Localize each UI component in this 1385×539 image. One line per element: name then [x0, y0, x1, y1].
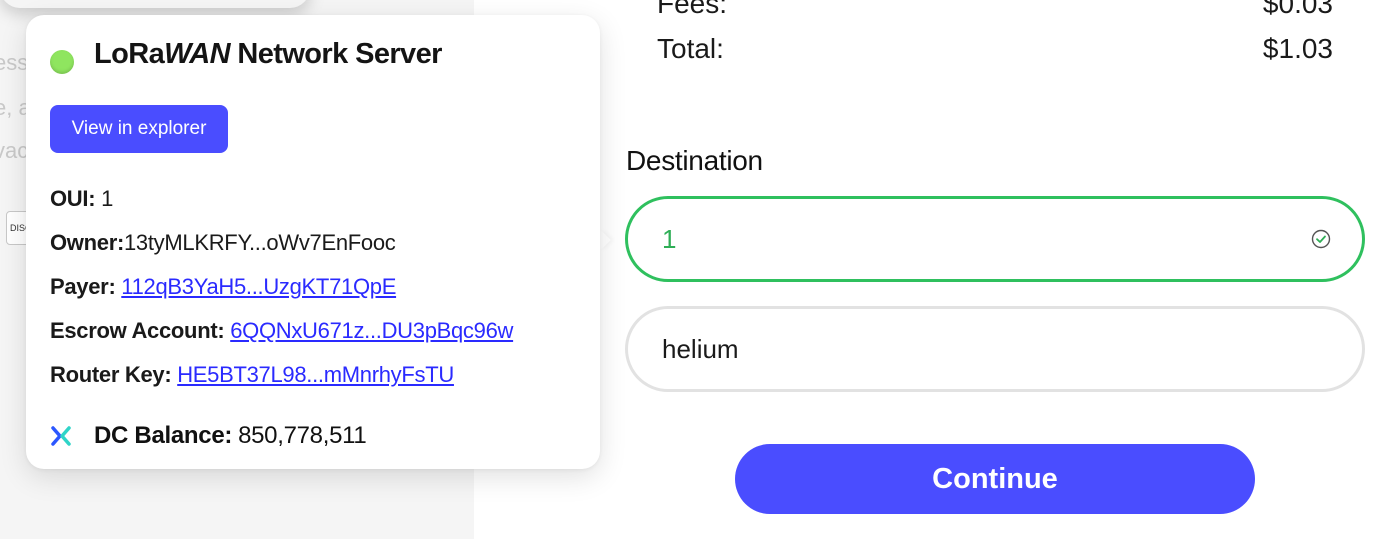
background-text: ess [0, 50, 29, 75]
escrow-label: Escrow Account: [50, 318, 225, 343]
status-indicator-icon [50, 50, 74, 74]
owner-row: Owner:13tyMLKRFY...oWv7EnFooc [50, 230, 396, 256]
owner-label: Owner: [50, 230, 124, 255]
destination-heading: Destination [626, 145, 763, 176]
view-in-explorer-button[interactable]: View in explorer [50, 105, 228, 153]
background-header-edge [0, 0, 310, 8]
payer-row: Payer: 112qB3YaH5...UzgKT71QpE [50, 274, 396, 300]
dc-balance-value: 850,778,511 [238, 422, 367, 449]
continue-button[interactable]: Continue [735, 444, 1255, 514]
dc-balance-row: DC Balance: 850,778,511 [50, 422, 367, 450]
payer-link[interactable]: 112qB3YaH5...UzgKT71QpE [121, 274, 396, 299]
popover-title: LoRaWAN Network Server [94, 38, 442, 70]
owner-value: 13tyMLKRFY...oWv7EnFooc [124, 230, 396, 255]
fees-row: Fees: $0.03 [657, 0, 1333, 20]
oui-value: 1 [101, 186, 113, 211]
router-key-row: Router Key: HE5BT37L98...mMnrhyFsTU [50, 362, 454, 388]
total-label: Total: [657, 33, 724, 64]
network-input-value[interactable]: helium [662, 334, 1328, 365]
data-credits-icon [51, 426, 71, 446]
check-circle-icon [1311, 229, 1331, 249]
background-text: vac [0, 138, 29, 163]
total-row: Total: $1.03 [657, 33, 1333, 65]
fees-value: $0.03 [1262, 0, 1333, 19]
total-value: $1.03 [1262, 33, 1333, 64]
router-key-label: Router Key: [50, 362, 172, 387]
escrow-row: Escrow Account: 6QQNxU671z...DU3pBqc96w [50, 318, 513, 344]
oui-input-value[interactable]: 1 [662, 224, 1310, 255]
network-input[interactable]: helium [625, 306, 1365, 392]
payer-label: Payer: [50, 274, 116, 299]
oui-row: OUI: 1 [50, 186, 113, 212]
network-server-popover: LoRaWAN Network Server View in explorer … [26, 15, 600, 469]
fees-label: Fees: [657, 0, 728, 19]
router-key-link[interactable]: HE5BT37L98...mMnrhyFsTU [177, 362, 454, 387]
oui-label: OUI: [50, 186, 96, 211]
escrow-link[interactable]: 6QQNxU671z...DU3pBqc96w [230, 318, 513, 343]
dc-balance-label: DC Balance: [94, 422, 233, 449]
oui-input[interactable]: 1 [625, 196, 1365, 282]
